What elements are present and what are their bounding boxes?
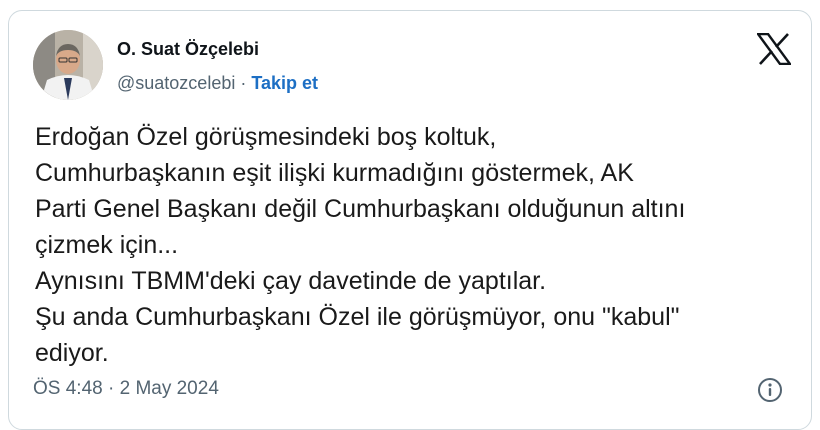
follow-link[interactable]: Takip et [251, 73, 318, 93]
x-logo-icon[interactable] [755, 32, 793, 66]
avatar[interactable] [33, 30, 103, 100]
author-handle-line: @suatozcelebi · Takip et [117, 73, 318, 94]
author-name[interactable]: O. Suat Özçelebi [117, 39, 259, 60]
tweet-line: çizmek için... [35, 231, 179, 259]
tweet-line: Cumhurbaşkanın eşit ilişki kurmadığını g… [35, 159, 634, 187]
tweet-line: Aynısını TBMM'deki çay davetinde de yapt… [35, 267, 547, 295]
tweet-line: Parti Genel Başkanı değil Cumhurbaşkanı … [35, 195, 686, 223]
tweet-line: Şu anda Cumhurbaşkanı Özel ile görüşmüyo… [35, 303, 680, 331]
tweet-line: ediyor. [35, 339, 109, 367]
avatar-photo [33, 30, 103, 100]
tweet-card: O. Suat Özçelebi @suatozcelebi · Takip e… [8, 10, 812, 430]
info-icon[interactable] [757, 377, 783, 403]
tweet-line: Erdoğan Özel görüşmesindeki boş koltuk, [35, 123, 497, 151]
tweet-timestamp[interactable]: ÖS 4:48 · 2 May 2024 [33, 378, 219, 400]
author-handle[interactable]: @suatozcelebi [117, 73, 235, 93]
tweet-text: Erdoğan Özel görüşmesindeki boş koltuk, … [35, 119, 795, 371]
handle-separator: · [235, 73, 252, 93]
